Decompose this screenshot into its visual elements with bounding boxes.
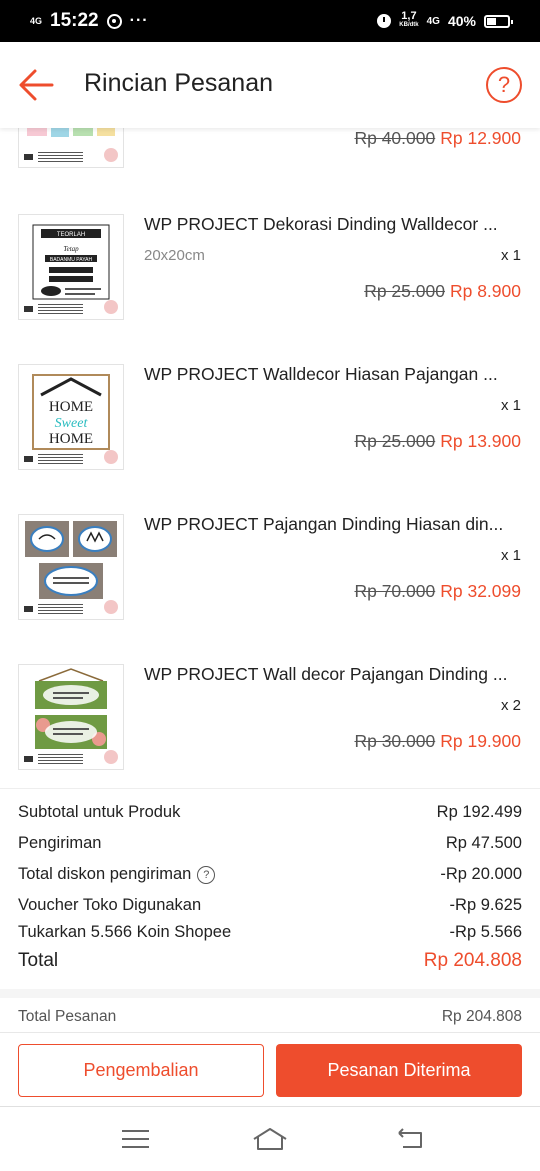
order-received-button[interactable]: Pesanan Diterima xyxy=(276,1044,522,1097)
system-nav-bar xyxy=(0,1106,540,1171)
mobile-data-icon: 4G xyxy=(426,15,440,27)
product-price: Rp 25.000 Rp 13.900 xyxy=(354,431,521,452)
return-button[interactable]: Pengembalian xyxy=(18,1044,264,1097)
order-total-row: Total Pesanan Rp 204.808 xyxy=(0,998,540,1032)
page-title: Rincian Pesanan xyxy=(84,69,274,97)
shipping-discount-label: Total diskon pengiriman xyxy=(18,865,192,883)
order-detail-content[interactable]: Rp 40.000 Rp 12.900 TEORLAH Tetap BADANMU… xyxy=(0,128,540,1032)
home-sweet-home-thumbnail: HOME Sweet HOME xyxy=(18,364,124,470)
subtotal-value: Rp 192.499 xyxy=(436,803,522,821)
order-total-label: Total Pesanan xyxy=(18,1008,117,1025)
product-item[interactable]: TEORLAH Tetap BADANMU PAYAH WP PROJECT D… xyxy=(0,214,540,364)
product-name: WP PROJECT Pajangan Dinding Hiasan din..… xyxy=(144,514,504,534)
product-list: Rp 40.000 Rp 12.900 TEORLAH Tetap BADANMU… xyxy=(0,128,540,788)
product-name: WP PROJECT Wall decor Pajangan Dinding .… xyxy=(144,664,508,684)
product-item[interactable]: HOME Sweet HOME WP PROJECT Walldecor Hia… xyxy=(0,364,540,514)
question-icon[interactable]: ? xyxy=(197,865,216,884)
home-text-1: HOME xyxy=(49,399,93,415)
help-icon[interactable]: ? xyxy=(486,67,522,103)
bottom-action-bar: Pengembalian Pesanan Diterima xyxy=(0,1032,540,1107)
total-label: Total xyxy=(18,950,59,971)
product-variant: 20x20cm xyxy=(144,247,205,264)
voucher-value: -Rp 9.625 xyxy=(449,896,522,914)
quote-text-2: BADANMU PAYAH xyxy=(50,257,93,263)
product-price: Rp 70.000 Rp 32.099 xyxy=(354,581,521,602)
status-time: 15:22 xyxy=(50,10,99,31)
shipping-discount-label-wrap: Total diskon pengiriman? xyxy=(18,865,216,884)
svg-text:Tetap: Tetap xyxy=(63,245,79,253)
baby-clothes-wall-decor-thumbnail xyxy=(18,128,124,168)
back-arrow-icon[interactable] xyxy=(18,68,54,102)
product-quantity: x 1 xyxy=(500,397,521,414)
original-price: Rp 25.000 xyxy=(364,281,445,301)
shipping-value: Rp 47.500 xyxy=(445,834,522,852)
hanging-sign-wall-decor-thumbnail xyxy=(18,664,124,770)
discount-price: Rp 19.900 xyxy=(440,731,521,751)
product-item[interactable]: Rp 40.000 Rp 12.900 xyxy=(0,128,540,202)
discount-price: Rp 13.900 xyxy=(440,431,521,451)
product-quantity: x 1 xyxy=(500,247,521,264)
status-bar: 4G 15:22 ··· 1,7 KB/dtk 4G 40% xyxy=(0,0,540,42)
coins-label: Tukarkan 5.566 Koin Shopee xyxy=(18,923,232,941)
quote-text-1: TEORLAH xyxy=(57,232,85,238)
battery-percent: 40% xyxy=(447,13,476,29)
payment-summary: Subtotal untuk Produk Rp 192.499 Pengiri… xyxy=(0,788,540,989)
product-quantity: x 1 xyxy=(500,547,521,564)
signal-icon: 4G xyxy=(30,15,43,26)
menu-icon[interactable] xyxy=(122,1130,149,1148)
network-speed-unit: KB/dtk xyxy=(399,22,419,28)
product-name: WP PROJECT Dekorasi Dinding Walldecor ..… xyxy=(144,214,498,234)
product-price: Rp 40.000 Rp 12.900 xyxy=(354,128,521,149)
discount-price: Rp 8.900 xyxy=(449,281,521,301)
chrome-icon xyxy=(106,13,122,29)
voucher-label: Voucher Toko Digunakan xyxy=(18,896,202,914)
original-price: Rp 25.000 xyxy=(354,431,436,451)
network-speed: 1,7 KB/dtk xyxy=(399,11,419,30)
original-price: Rp 40.000 xyxy=(354,128,436,148)
battery-icon xyxy=(484,14,513,28)
app-header: Rincian Pesanan ? xyxy=(0,42,540,128)
home-icon[interactable] xyxy=(252,1127,288,1151)
discount-price: Rp 12.900 xyxy=(440,128,521,148)
product-price: Rp 30.000 Rp 19.900 xyxy=(354,731,521,752)
home-text-2: Sweet xyxy=(55,416,89,431)
product-quantity: x 2 xyxy=(500,697,521,714)
original-price: Rp 70.000 xyxy=(354,581,436,601)
calligraphy-wall-decor-thumbnail xyxy=(18,514,124,620)
subtotal-label: Subtotal untuk Produk xyxy=(18,803,181,821)
total-value: Rp 204.808 xyxy=(423,950,522,971)
order-total-value: Rp 204.808 xyxy=(441,1008,522,1025)
discount-price: Rp 32.099 xyxy=(440,581,521,601)
shipping-discount-value: -Rp 20.000 xyxy=(440,865,522,883)
original-price: Rp 30.000 xyxy=(354,731,436,751)
product-name: WP PROJECT Walldecor Hiasan Pajangan ... xyxy=(144,364,498,384)
product-price: Rp 25.000 Rp 8.900 xyxy=(364,281,521,302)
coins-value: -Rp 5.566 xyxy=(449,923,522,941)
home-text-3: HOME xyxy=(49,431,93,447)
back-nav-icon[interactable] xyxy=(397,1127,425,1151)
more-notifications-icon: ··· xyxy=(129,12,149,29)
product-item[interactable]: WP PROJECT Pajangan Dinding Hiasan din..… xyxy=(0,514,540,664)
shipping-label: Pengiriman xyxy=(18,834,102,852)
quote-wall-decor-thumbnail: TEORLAH Tetap BADANMU PAYAH xyxy=(18,214,124,320)
alarm-icon xyxy=(377,14,392,28)
